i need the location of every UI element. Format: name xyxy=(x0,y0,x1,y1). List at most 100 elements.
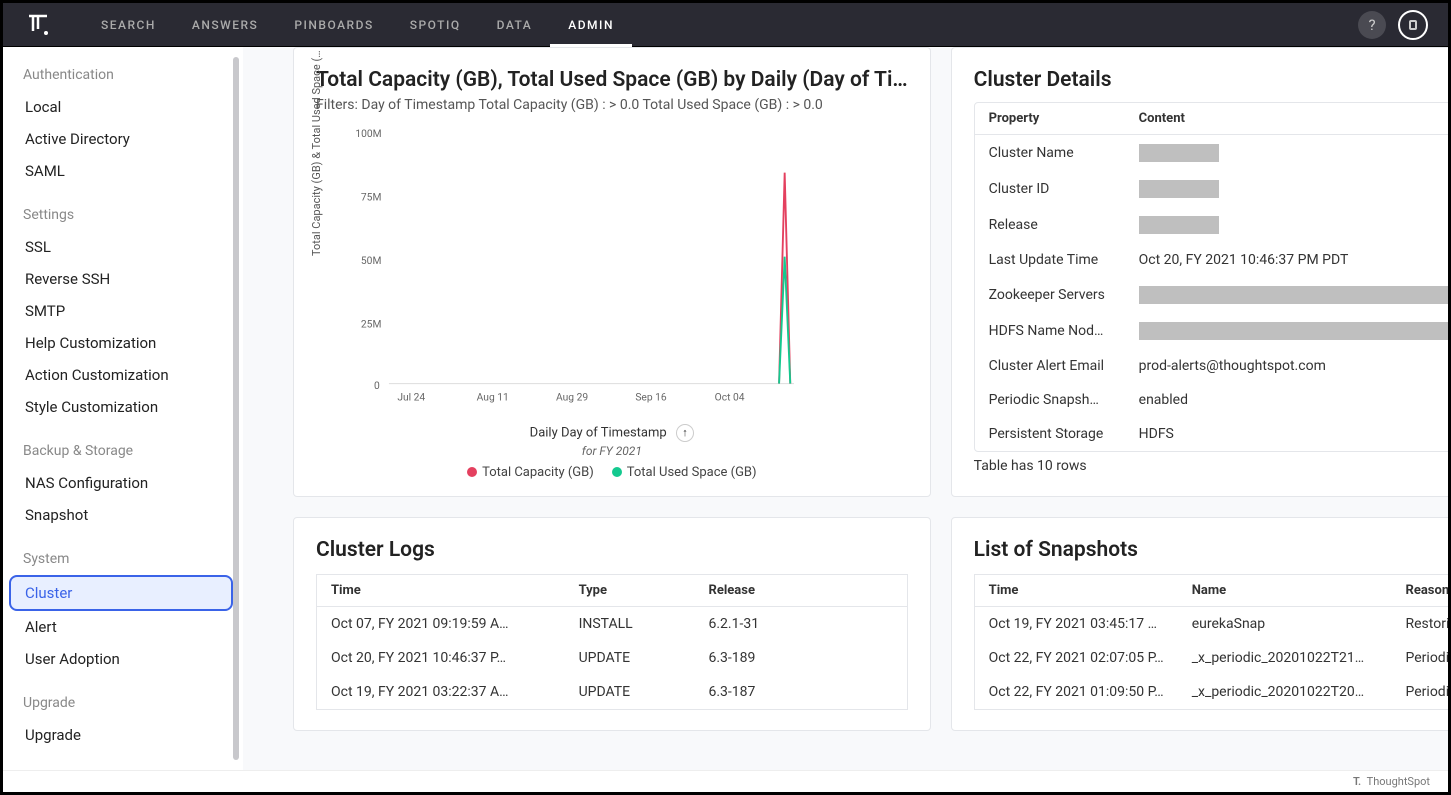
redacted-value xyxy=(1139,286,1448,304)
sidebar-item-cluster[interactable]: Cluster xyxy=(9,575,233,611)
table-row[interactable]: Oct 07, FY 2021 09:19:59 A…INSTALL6.2.1-… xyxy=(317,606,908,641)
sidebar-item-style-customization[interactable]: Style Customization xyxy=(23,391,227,423)
legend-item[interactable]: Total Used Space (GB) xyxy=(612,465,757,480)
sidebar-item-saml[interactable]: SAML xyxy=(23,155,227,187)
details-row: Persistent StorageHDFS xyxy=(975,417,1448,451)
sidebar-group-label: Backup & Storage xyxy=(23,443,243,459)
sort-asc-icon[interactable]: ↑ xyxy=(676,424,694,442)
col-property: Property xyxy=(989,111,1139,126)
logs-cell: Oct 19, FY 2021 03:22:37 A… xyxy=(317,675,565,710)
snaps-cell: _x_periodic_20201022T21… xyxy=(1178,641,1392,675)
x-axis-label: Daily Day of Timestamp ↑ for FY 2021 xyxy=(316,424,908,458)
x-sub-label: for FY 2021 xyxy=(316,444,908,458)
sidebar-item-reverse-ssh[interactable]: Reverse SSH xyxy=(23,263,227,295)
snaps-col-time[interactable]: Time xyxy=(974,574,1178,606)
main-content: Total Capacity (GB), Total Used Space (G… xyxy=(243,47,1448,770)
snaps-cell: Periodic s xyxy=(1392,641,1449,675)
details-content xyxy=(1139,286,1448,304)
details-property: Last Update Time xyxy=(989,252,1139,268)
svg-text:75M: 75M xyxy=(361,190,382,203)
logo[interactable] xyxy=(23,10,53,40)
nav-search[interactable]: SEARCH xyxy=(83,3,174,47)
logs-cell: INSTALL xyxy=(565,606,695,641)
details-content xyxy=(1139,180,1448,198)
sidebar-item-snapshot[interactable]: Snapshot xyxy=(23,499,227,531)
redacted-value xyxy=(1139,216,1219,234)
legend-item[interactable]: Total Capacity (GB) xyxy=(467,465,594,480)
logs-col-release[interactable]: Release xyxy=(695,574,908,606)
snaps-cell: eurekaSnap xyxy=(1178,606,1392,641)
sidebar-item-smtp[interactable]: SMTP xyxy=(23,295,227,327)
logs-col-type[interactable]: Type xyxy=(565,574,695,606)
logs-cell: Oct 07, FY 2021 09:19:59 A… xyxy=(317,606,565,641)
details-content: Oct 20, FY 2021 10:46:37 PM PDT xyxy=(1139,252,1448,268)
details-content xyxy=(1139,216,1448,234)
details-content xyxy=(1139,144,1448,162)
sidebar-item-nas-configuration[interactable]: NAS Configuration xyxy=(23,467,227,499)
sidebar-item-upgrade[interactable]: Upgrade xyxy=(23,719,227,751)
details-row: Periodic Snapsh…enabled xyxy=(975,383,1448,417)
svg-text:100M: 100M xyxy=(355,127,381,140)
redacted-value xyxy=(1139,180,1219,198)
top-nav: SEARCHANSWERSPINBOARDSSPOTIQDATAADMIN ? xyxy=(3,3,1448,47)
sidebar-item-help-customization[interactable]: Help Customization xyxy=(23,327,227,359)
nav-answers[interactable]: ANSWERS xyxy=(174,3,276,47)
details-property: Cluster Name xyxy=(989,145,1139,161)
svg-text:Aug 29: Aug 29 xyxy=(556,390,588,403)
table-row[interactable]: Oct 22, FY 2021 02:07:05 P…_x_periodic_2… xyxy=(974,641,1448,675)
table-row[interactable]: Oct 19, FY 2021 03:22:37 A…UPDATE6.3-187 xyxy=(317,675,908,710)
details-content: prod-alerts@thoughtspot.com xyxy=(1139,358,1448,374)
details-content xyxy=(1139,322,1448,340)
sidebar-item-local[interactable]: Local xyxy=(23,91,227,123)
sidebar-item-active-directory[interactable]: Active Directory xyxy=(23,123,227,155)
logs-cell: UPDATE xyxy=(565,641,695,675)
logs-cell: 6.2.1-31 xyxy=(695,606,908,641)
details-title: Cluster Details xyxy=(974,68,1448,92)
snaps-cell: _x_periodic_20201022T20… xyxy=(1178,675,1392,710)
y-axis-label: Total Capacity (GB) & Total Used Space (… xyxy=(310,50,323,256)
col-content: Content xyxy=(1139,111,1448,126)
table-row[interactable]: Oct 22, FY 2021 01:09:50 P…_x_periodic_2… xyxy=(974,675,1448,710)
sidebar-item-user-adoption[interactable]: User Adoption xyxy=(23,643,227,675)
svg-text:25M: 25M xyxy=(361,317,382,330)
logs-table: TimeTypeRelease Oct 07, FY 2021 09:19:59… xyxy=(316,574,908,710)
table-row[interactable]: Oct 19, FY 2021 03:45:17 A…eurekaSnapRes… xyxy=(974,606,1448,641)
logs-col-time[interactable]: Time xyxy=(317,574,565,606)
logs-card: Cluster Logs TimeTypeRelease Oct 07, FY … xyxy=(293,517,931,731)
sidebar: AuthenticationLocalActive DirectorySAMLS… xyxy=(3,47,243,770)
snaps-cell: Oct 22, FY 2021 01:09:50 P… xyxy=(974,675,1178,710)
logs-cell: 6.3-187 xyxy=(695,675,908,710)
sidebar-item-alert[interactable]: Alert xyxy=(23,611,227,643)
svg-text:Jul 24: Jul 24 xyxy=(397,390,425,403)
help-icon[interactable]: ? xyxy=(1358,11,1386,39)
capacity-card: Total Capacity (GB), Total Used Space (G… xyxy=(293,47,931,497)
nav-admin[interactable]: ADMIN xyxy=(550,3,632,47)
capacity-title: Total Capacity (GB), Total Used Space (G… xyxy=(316,68,908,92)
logs-cell: Oct 20, FY 2021 10:46:37 P… xyxy=(317,641,565,675)
table-row[interactable]: Oct 20, FY 2021 10:46:37 P…UPDATE6.3-189 xyxy=(317,641,908,675)
sidebar-group-label: Settings xyxy=(23,207,243,223)
nav-data[interactable]: DATA xyxy=(479,3,551,47)
sidebar-group-label: System xyxy=(23,551,243,567)
svg-text:Aug 11: Aug 11 xyxy=(477,390,509,403)
main-container: AuthenticationLocalActive DirectorySAMLS… xyxy=(3,47,1448,770)
capacity-chart: Total Capacity (GB) & Total Used Space (… xyxy=(316,126,908,436)
logs-cell: 6.3-189 xyxy=(695,641,908,675)
snaps-col-reason[interactable]: Reason xyxy=(1392,574,1449,606)
nav-pinboards[interactable]: PINBOARDS xyxy=(276,3,391,47)
avatar[interactable] xyxy=(1398,10,1428,40)
details-property: Periodic Snapsh… xyxy=(989,392,1139,408)
details-row: Last Update TimeOct 20, FY 2021 10:46:37… xyxy=(975,243,1448,277)
snaps-cell: Periodic s xyxy=(1392,675,1449,710)
sidebar-item-action-customization[interactable]: Action Customization xyxy=(23,359,227,391)
details-property: Release xyxy=(989,217,1139,233)
snaps-col-name[interactable]: Name xyxy=(1178,574,1392,606)
sidebar-item-ssl[interactable]: SSL xyxy=(23,231,227,263)
details-property: HDFS Name Nod… xyxy=(989,323,1139,339)
redacted-value xyxy=(1139,144,1219,162)
snaps-cell: Restoring xyxy=(1392,606,1449,641)
capacity-filters: Filters: Day of Timestamp Total Capacity… xyxy=(316,96,908,116)
logs-title: Cluster Logs xyxy=(316,538,908,562)
x-label-text: Daily Day of Timestamp xyxy=(530,425,667,440)
nav-spotiq[interactable]: SPOTIQ xyxy=(392,3,479,47)
